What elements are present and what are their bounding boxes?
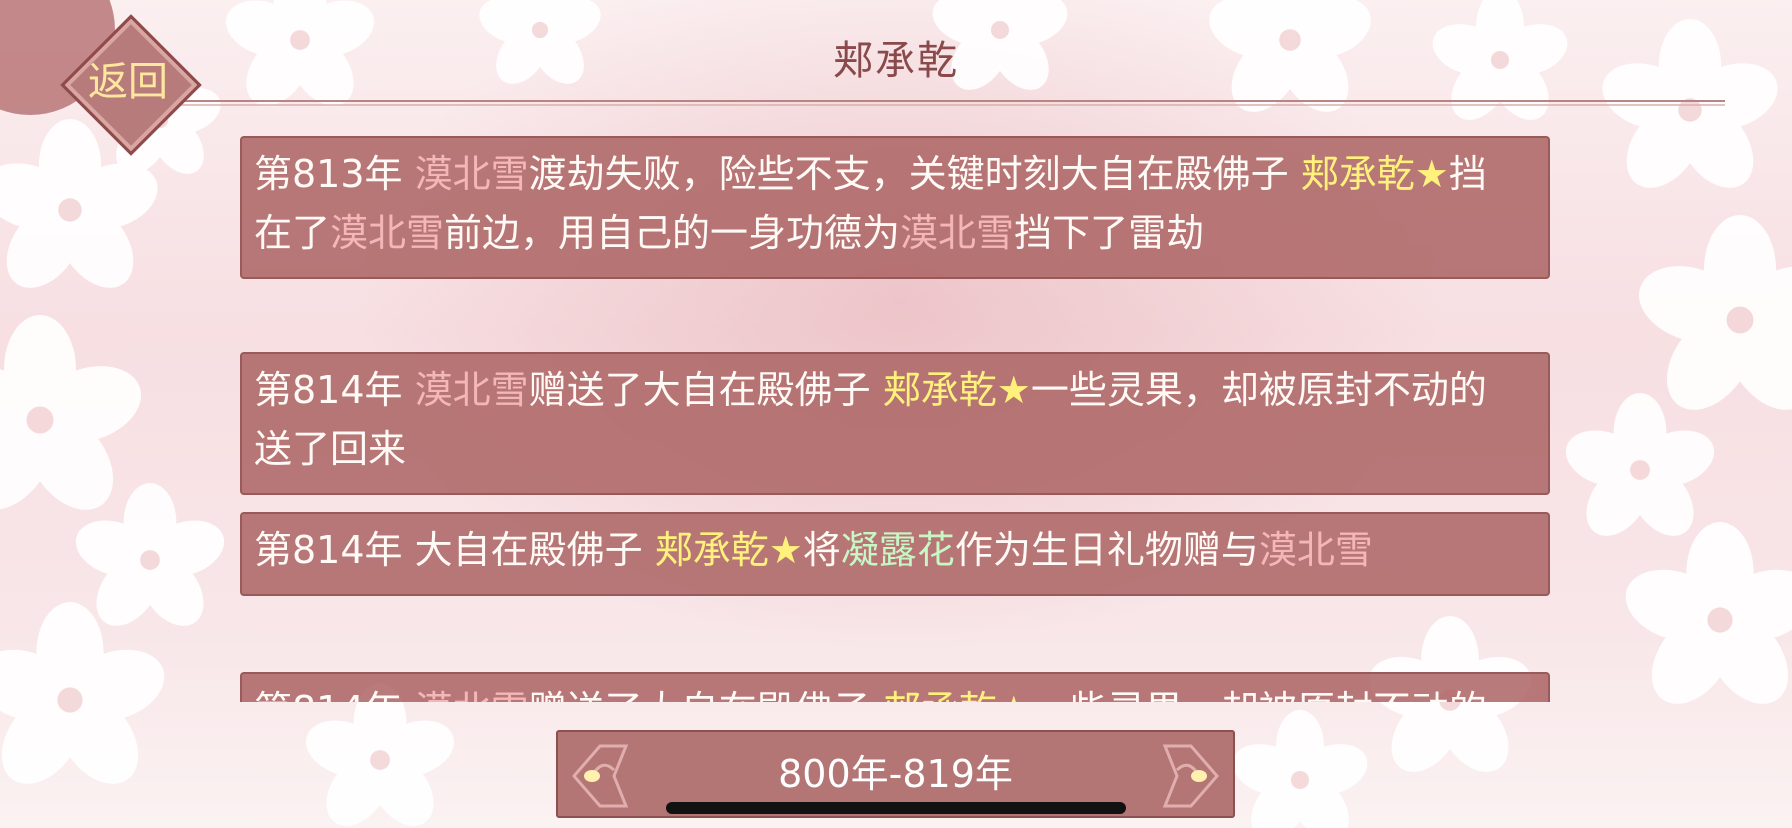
event-text-segment: 前边，用自己的一身功德为 bbox=[444, 211, 901, 255]
event-text-segment: 漠北雪 bbox=[415, 688, 529, 702]
event-text-segment: 第814年 bbox=[254, 688, 415, 702]
event-text-segment: 漠北雪 bbox=[900, 211, 1015, 255]
event-text-segment: 漠北雪 bbox=[330, 211, 445, 255]
event-log-list[interactable]: 第813年 漠北雪渡劫失败，险些不支，关键时刻大自在殿佛子 郏承乾★挡在了漠北雪… bbox=[240, 136, 1554, 702]
event-log-entry: 第814年 大自在殿佛子 郏承乾★将凝露花作为生日礼物赠与漠北雪 bbox=[240, 512, 1550, 596]
back-button[interactable]: 返回 bbox=[58, 12, 202, 156]
event-text-segment: 第814年 大自在殿佛子 bbox=[254, 528, 655, 572]
event-text-segment: 郏承乾★ bbox=[882, 368, 1031, 412]
header-divider bbox=[150, 100, 1725, 106]
event-text-segment: 第814年 bbox=[254, 368, 415, 412]
event-text-segment: 漠北雪 bbox=[414, 152, 529, 196]
event-log-entry: 第814年 漠北雪赠送了大自在殿佛子 郏承乾★一些灵果，却被原封不动的送了回来 bbox=[240, 672, 1550, 702]
event-text-segment: 第813年 bbox=[254, 152, 415, 196]
event-text-segment: 漠北雪 bbox=[414, 368, 529, 412]
event-text-segment: 郏承乾★ bbox=[654, 528, 803, 572]
event-log-entry: 第814年 漠北雪赠送了大自在殿佛子 郏承乾★一些灵果，却被原封不动的送了回来 bbox=[240, 352, 1550, 495]
event-text-segment: 将 bbox=[802, 528, 841, 572]
home-indicator[interactable] bbox=[666, 802, 1126, 814]
event-text-segment: 郏承乾★ bbox=[883, 688, 1031, 702]
event-text-segment: 挡下了雷劫 bbox=[1014, 211, 1205, 255]
event-text-segment: 凝露花 bbox=[840, 528, 955, 572]
page-title: 郏承乾 bbox=[833, 38, 959, 84]
back-button-label: 返回 bbox=[88, 59, 168, 105]
event-text-segment: 作为生日礼物赠与 bbox=[954, 528, 1259, 572]
event-log-entry: 第813年 漠北雪渡劫失败，险些不支，关键时刻大自在殿佛子 郏承乾★挡在了漠北雪… bbox=[240, 136, 1550, 279]
period-next-ornament-icon[interactable] bbox=[1161, 742, 1221, 810]
event-text-segment: 赠送了大自在殿佛子 bbox=[529, 688, 883, 702]
event-text-segment: 郏承乾★ bbox=[1300, 152, 1449, 196]
event-text-segment: 渡劫失败，险些不支，关键时刻大自在殿佛子 bbox=[528, 152, 1301, 196]
event-text-segment: 赠送了大自在殿佛子 bbox=[528, 368, 883, 412]
event-text-segment: 漠北雪 bbox=[1258, 528, 1373, 572]
